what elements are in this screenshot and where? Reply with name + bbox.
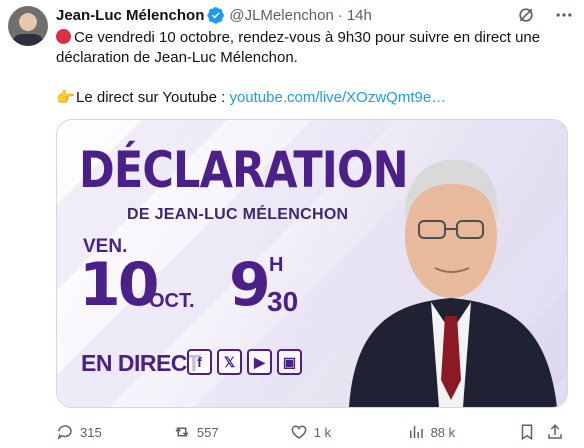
- views-button[interactable]: 88 k: [407, 423, 519, 441]
- reply-button[interactable]: 315: [56, 423, 173, 441]
- share-button[interactable]: [546, 423, 566, 441]
- tweet-time[interactable]: 14h: [347, 7, 372, 24]
- grok-icon[interactable]: [516, 5, 536, 25]
- tweet-actions: 315 557 1 k 88 k: [56, 422, 566, 442]
- views-count: 88 k: [430, 424, 456, 440]
- bookmark-icon: [522, 424, 533, 441]
- tweet-line-1: Ce vendredi 10 octobre, rendez-vous à 9h…: [56, 29, 541, 66]
- tweet-header: Jean-Luc Mélenchon @JLMelenchon · 14h: [56, 5, 574, 25]
- facebook-icon: f: [187, 349, 212, 375]
- reply-icon: [57, 425, 72, 440]
- x-icon: 𝕏: [217, 349, 242, 375]
- portrait-photo: [349, 159, 557, 407]
- tweet-media-image[interactable]: DÉCLARATION DE JEAN-LUC MÉLENCHON VEN. 1…: [56, 119, 568, 408]
- twitch-icon: ▣: [277, 349, 302, 375]
- repost-count: 557: [196, 424, 219, 440]
- author-avatar[interactable]: [8, 6, 48, 46]
- tweet-line-2-prefix: Le direct sur Youtube :: [76, 89, 226, 106]
- media-month: OCT.: [149, 290, 195, 312]
- share-icon: [548, 424, 562, 439]
- media-minutes: 30: [267, 286, 299, 317]
- reply-count: 315: [80, 424, 102, 440]
- author-handle[interactable]: @JLMelenchon: [229, 7, 333, 24]
- media-hour: 9: [229, 250, 271, 320]
- media-date-number: 10: [79, 250, 159, 320]
- bookmark-button[interactable]: [518, 423, 546, 441]
- media-hour-letter: H: [269, 254, 284, 276]
- like-count: 1 k: [313, 424, 332, 440]
- red-circle-emoji-icon: [56, 29, 71, 44]
- media-subtitle: DE JEAN-LUC MÉLENCHON: [127, 206, 349, 223]
- heart-icon: [291, 425, 307, 439]
- verified-badge-icon[interactable]: [207, 6, 225, 24]
- tweet-text: Ce vendredi 10 octobre, rendez-vous à 9h…: [56, 28, 556, 108]
- repost-button[interactable]: 557: [173, 423, 290, 441]
- repost-icon: [175, 427, 189, 437]
- media-social-icons: f 𝕏 ▶ ▣: [187, 349, 302, 375]
- more-icon[interactable]: [554, 5, 574, 25]
- views-icon: [409, 426, 423, 438]
- like-button[interactable]: 1 k: [290, 423, 407, 441]
- youtube-icon: ▶: [247, 349, 272, 375]
- media-live-label: EN DIRECT: [81, 350, 201, 376]
- author-name[interactable]: Jean-Luc Mélenchon: [56, 7, 204, 24]
- youtube-link[interactable]: youtube.com/live/XOzwQmt9e…: [229, 89, 446, 106]
- pointing-hand-emoji-icon: 👉: [56, 89, 75, 106]
- separator: ·: [337, 6, 343, 24]
